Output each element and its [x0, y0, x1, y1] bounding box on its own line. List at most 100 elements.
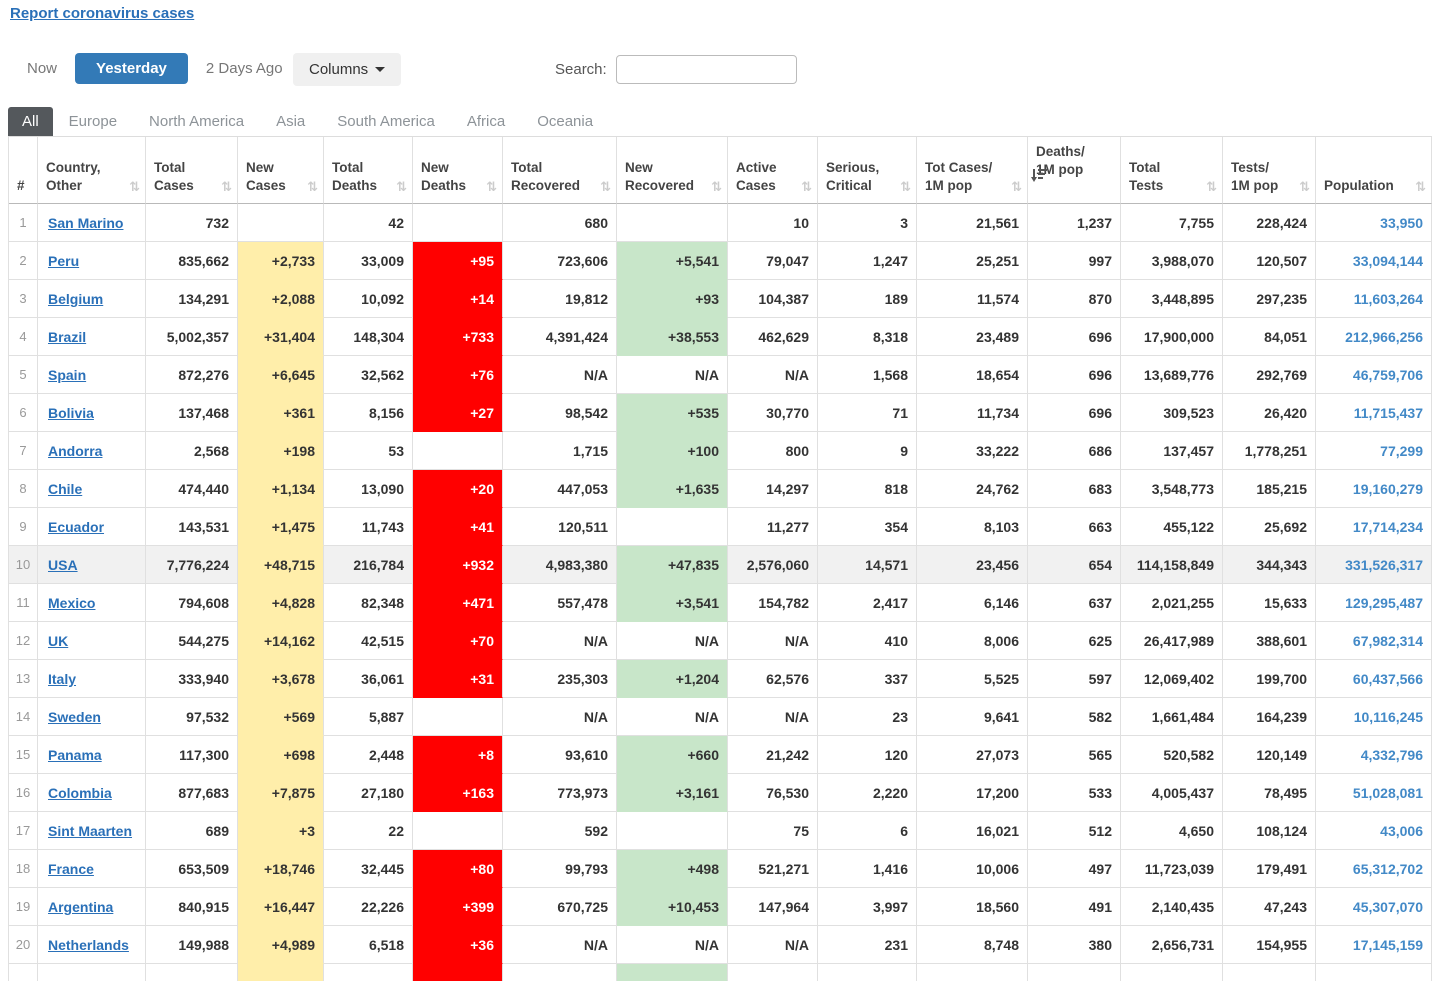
caret-down-icon — [375, 67, 386, 72]
cell-country: UK — [38, 622, 146, 661]
country-link[interactable]: Netherlands — [48, 937, 129, 953]
continent-tab-asia[interactable]: Asia — [260, 107, 321, 136]
cell-population[interactable]: 10,116,245 — [1316, 698, 1432, 737]
country-link[interactable]: Colombia — [48, 785, 112, 801]
table-row: 7 Andorra 2,568 +198 53 1,715 +100 800 9 33,222 68… — [9, 432, 1432, 471]
table-row: 12 UK 544,275 +14,162 42,515 +70 N/A N/A N/A 410 8… — [9, 622, 1432, 661]
row-number: 18 — [9, 850, 38, 889]
cell-deaths-per-1m: 637 — [1028, 584, 1121, 623]
country-link[interactable]: Brazil — [48, 329, 86, 345]
cell-new-deaths: +471 — [413, 584, 503, 623]
time-tab-now[interactable]: Now — [14, 53, 70, 84]
cell-population[interactable]: 45,307,070 — [1316, 888, 1432, 927]
country-link[interactable]: Italy — [48, 671, 76, 687]
cell-population[interactable]: 33,094,144 — [1316, 242, 1432, 281]
continent-tab-all[interactable]: All — [8, 107, 53, 136]
col-header-total_cases[interactable]: Total Cases ⇅ — [146, 137, 238, 205]
col-header-total_recovered[interactable]: Total Recovered ⇅ — [503, 137, 617, 205]
continent-tab-south-america[interactable]: South America — [321, 107, 451, 136]
columns-dropdown-button[interactable]: Columns — [293, 53, 402, 86]
cell-population[interactable]: 33,950 — [1316, 204, 1432, 243]
col-header-cases_per_1m[interactable]: Tot Cases/1M pop ⇅ — [917, 137, 1028, 205]
continent-tab-europe[interactable]: Europe — [53, 107, 133, 136]
col-header-new_deaths[interactable]: New Deaths ⇅ — [413, 137, 503, 205]
cell-population[interactable]: 17,145,159 — [1316, 926, 1432, 965]
cell-population[interactable]: 46,759,706 — [1316, 356, 1432, 395]
cell-population[interactable]: 4,332,796 — [1316, 736, 1432, 775]
cell-total-deaths: 13,090 — [324, 470, 413, 509]
search-area: Search: — [555, 55, 797, 84]
cell-total-recovered: 592 — [503, 812, 617, 851]
row-number: 1 — [9, 204, 38, 243]
cell-country: Ecuador — [38, 508, 146, 547]
cell-population[interactable]: 19,160,279 — [1316, 470, 1432, 509]
continent-tab-oceania[interactable]: Oceania — [521, 107, 609, 136]
col-header-tests_per_1m[interactable]: Tests/1M pop ⇅ — [1223, 137, 1316, 205]
cell-serious-critical: 120 — [818, 736, 917, 775]
country-link[interactable]: USA — [48, 557, 78, 573]
country-link[interactable]: Argentina — [48, 899, 113, 915]
cell-population[interactable]: 11,715,437 — [1316, 394, 1432, 433]
col-header-population[interactable]: Population ⇅ — [1316, 137, 1432, 205]
report-cases-link[interactable]: Report coronavirus cases — [10, 5, 194, 22]
cell-total-tests: 114,158,849 — [1121, 546, 1223, 585]
country-link[interactable]: San Marino — [48, 215, 123, 231]
country-link[interactable]: Andorra — [48, 443, 102, 459]
cell-new-recovered: +535 — [617, 394, 728, 433]
col-header-total_deaths[interactable]: Total Deaths ⇅ — [324, 137, 413, 205]
country-link[interactable]: Spain — [48, 367, 86, 383]
cell-population[interactable]: 67,982,314 — [1316, 622, 1432, 661]
col-header-country[interactable]: Country, Other ⇅ — [38, 137, 146, 205]
cell-population[interactable]: 212,966,256 — [1316, 318, 1432, 357]
col-header-active_cases[interactable]: Active Cases ⇅ — [728, 137, 818, 205]
country-link[interactable]: Panama — [48, 747, 102, 763]
cell-new-deaths: +163 — [413, 774, 503, 813]
time-tab-2-days-ago[interactable]: 2 Days Ago — [193, 53, 296, 84]
country-link[interactable]: Ecuador — [48, 519, 104, 535]
cell-cases-per-1m: 27,073 — [917, 736, 1028, 775]
col-header-serious_critical[interactable]: Serious, Critical ⇅ — [818, 137, 917, 205]
col-header-total_tests[interactable]: Total Tests ⇅ — [1121, 137, 1223, 205]
cell-new-cases: +31,404 — [238, 318, 324, 357]
cell-population[interactable]: 129,295,487 — [1316, 584, 1432, 623]
cell-active-cases: N/A — [728, 356, 818, 395]
cell-total-deaths: 2,448 — [324, 736, 413, 775]
continent-tab-africa[interactable]: Africa — [451, 107, 521, 136]
cell-population[interactable]: 43,006 — [1316, 812, 1432, 851]
cell-population[interactable]: 331,526,317 — [1316, 546, 1432, 585]
cell-new-cases: +569 — [238, 698, 324, 737]
cell-population[interactable]: 65,312,702 — [1316, 850, 1432, 889]
cell-new-recovered: +660 — [617, 736, 728, 775]
cell-population[interactable]: 11,603,264 — [1316, 280, 1432, 319]
cell-deaths-per-1m: 997 — [1028, 242, 1121, 281]
cell-deaths-per-1m: 565 — [1028, 736, 1121, 775]
time-tab-yesterday[interactable]: Yesterday — [75, 53, 188, 84]
cell-population[interactable]: 51,028,081 — [1316, 774, 1432, 813]
country-link[interactable]: Sint Maarten — [48, 823, 132, 839]
country-link[interactable]: Belgium — [48, 291, 103, 307]
search-input[interactable] — [615, 55, 797, 84]
cell-total-tests: 3,448,895 — [1121, 280, 1223, 319]
cell-tests-per-1m: 199,700 — [1223, 660, 1316, 699]
cell-new-cases: +14,162 — [238, 622, 324, 661]
cell-deaths-per-1m: 696 — [1028, 356, 1121, 395]
country-link[interactable]: France — [48, 861, 94, 877]
country-link[interactable]: UK — [48, 633, 68, 649]
continent-tab-north-america[interactable]: North America — [133, 107, 260, 136]
col-header-deaths_per_1m[interactable]: Deaths/1M pop — [1028, 137, 1121, 205]
cell-active-cases: 75 — [728, 812, 818, 851]
cell-population[interactable]: 17,714,234 — [1316, 508, 1432, 547]
row-number: 15 — [9, 736, 38, 775]
cell-population[interactable]: 60,437,566 — [1316, 660, 1432, 699]
cell-new-recovered: N/A — [617, 356, 728, 395]
country-link[interactable]: Mexico — [48, 595, 95, 611]
country-link[interactable]: Chile — [48, 481, 82, 497]
col-header-new_cases[interactable]: New Cases ⇅ — [238, 137, 324, 205]
country-link[interactable]: Peru — [48, 253, 79, 269]
col-header-new_recovered[interactable]: New Recovered ⇅ — [617, 137, 728, 205]
country-link[interactable]: Bolivia — [48, 405, 94, 421]
continent-tabs: All Europe North America Asia South America A… — [8, 107, 609, 136]
cell-population[interactable]: 77,299 — [1316, 432, 1432, 471]
cell-total-deaths: 82,348 — [324, 584, 413, 623]
country-link[interactable]: Sweden — [48, 709, 101, 725]
